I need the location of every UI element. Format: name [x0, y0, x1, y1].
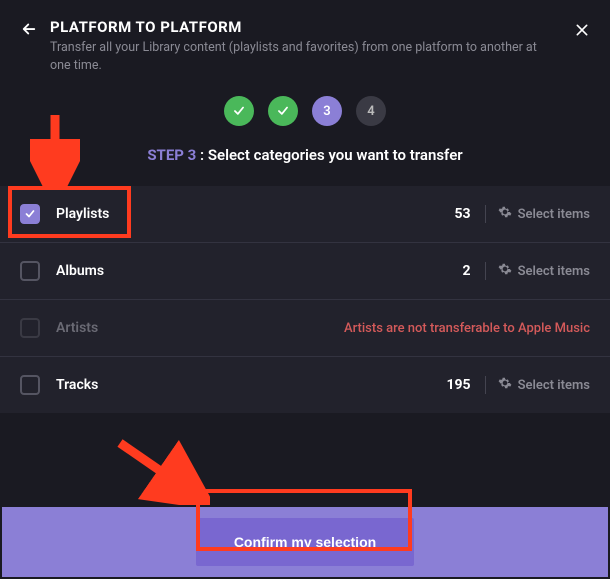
step-4-pending: 4	[356, 96, 386, 126]
label-tracks: Tracks	[56, 377, 446, 393]
separator	[485, 262, 486, 280]
checkbox-tracks[interactable]	[20, 375, 40, 395]
gear-icon	[498, 262, 512, 280]
checkbox-playlists[interactable]	[20, 204, 40, 224]
confirm-selection-button[interactable]: Confirm my selection	[196, 518, 414, 566]
label-artists: Artists	[56, 320, 344, 336]
close-icon[interactable]	[574, 22, 590, 42]
label-playlists: Playlists	[56, 206, 455, 222]
step-2-done	[268, 96, 298, 126]
step-3-active: 3	[312, 96, 342, 126]
error-artists: Artists are not transferable to Apple Mu…	[344, 321, 590, 336]
step-1-done	[224, 96, 254, 126]
gear-icon	[498, 205, 512, 223]
separator	[485, 376, 486, 394]
select-items-tracks[interactable]: Select items	[498, 376, 590, 394]
annotation-arrow-confirm	[110, 435, 210, 505]
category-row-albums[interactable]: Albums 2 Select items	[0, 243, 610, 300]
checkbox-albums[interactable]	[20, 261, 40, 281]
count-tracks: 195	[446, 377, 470, 393]
modal-title: PLATFORM TO PLATFORM	[50, 18, 560, 36]
checkbox-artists	[20, 318, 40, 338]
select-items-label: Select items	[518, 264, 590, 279]
select-items-label: Select items	[518, 378, 590, 393]
count-playlists: 53	[455, 206, 471, 222]
gear-icon	[498, 376, 512, 394]
modal-subtitle: Transfer all your Library content (playl…	[50, 39, 560, 74]
footer-bar: Confirm my selection	[2, 507, 608, 577]
category-row-tracks[interactable]: Tracks 195 Select items	[0, 357, 610, 413]
separator	[485, 205, 486, 223]
category-row-playlists[interactable]: Playlists 53 Select items	[0, 186, 610, 243]
modal-header: PLATFORM TO PLATFORM Transfer all your L…	[0, 0, 610, 88]
select-items-label: Select items	[518, 207, 590, 222]
select-items-albums[interactable]: Select items	[498, 262, 590, 280]
category-row-artists: Artists Artists are not transferable to …	[0, 300, 610, 357]
select-items-playlists[interactable]: Select items	[498, 205, 590, 223]
step-text: : Select categories you want to transfer	[196, 146, 462, 164]
step-prefix: STEP 3	[147, 146, 196, 164]
category-list: Playlists 53 Select items Albums 2 Selec…	[0, 186, 610, 413]
label-albums: Albums	[56, 263, 463, 279]
count-albums: 2	[463, 263, 471, 279]
stepper: 3 4	[0, 88, 610, 138]
step-instruction: STEP 3 : Select categories you want to t…	[0, 138, 610, 186]
back-arrow-icon[interactable]	[20, 20, 38, 42]
